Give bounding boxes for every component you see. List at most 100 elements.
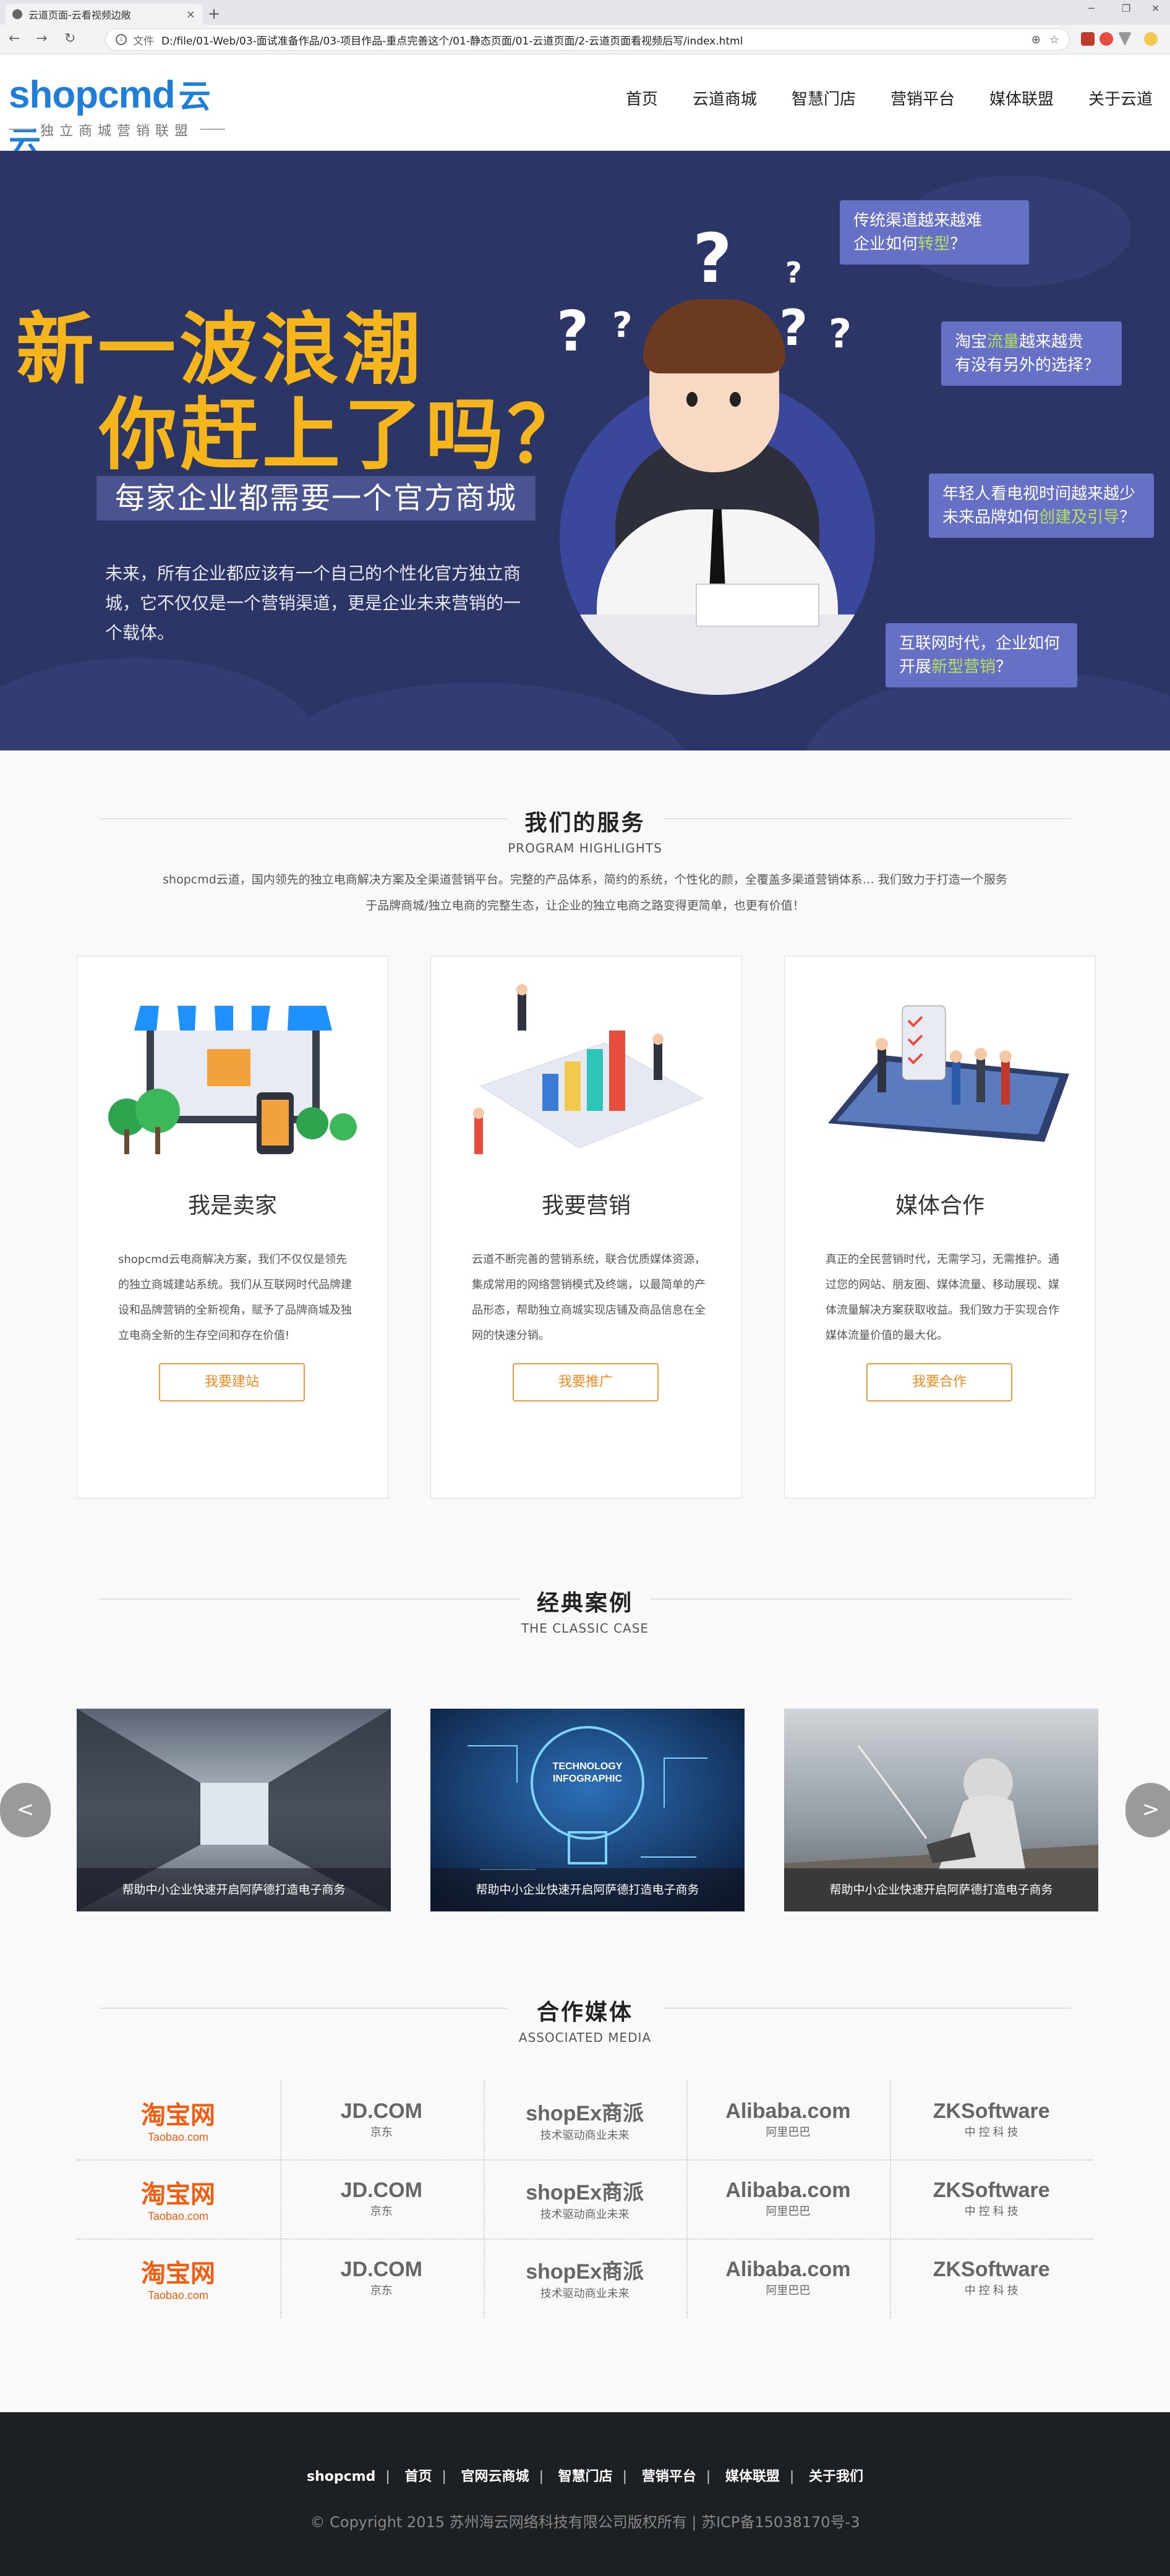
nav-home[interactable]: 首页 xyxy=(626,87,658,109)
partner-logo[interactable]: ZKSoftware 中 控 科 技 xyxy=(890,2159,1093,2238)
browser-tab[interactable]: 云道页面-云看视频边敞 × xyxy=(5,4,203,25)
case-card[interactable]: TECHNOLOGY INFOGRAPHIC 帮助中小企业快速开启阿萨德打造电子商… xyxy=(430,1709,745,1911)
services-intro: shopcmd云道，国内领先的独立电商解决方案及全渠道营销平台。完整的产品体系，… xyxy=(163,873,1007,912)
back-icon[interactable]: ← xyxy=(9,31,20,46)
carousel-next-button[interactable]: > xyxy=(1125,1783,1170,1837)
hero-description: 未来，所有企业都应该有一个自己的个性化官方独立商城，它不仅仅是一个营销渠道，更是… xyxy=(105,563,521,643)
partner-logo[interactable]: JD.COM 京东 xyxy=(280,2159,483,2238)
pain-point-bubble: 淘宝流量越来越贵 有没有另外的选择？ xyxy=(941,321,1122,386)
reload-icon[interactable]: ↻ xyxy=(64,31,75,46)
partner-logo[interactable]: JD.COM 京东 xyxy=(280,2238,483,2317)
window-close-icon[interactable]: ✕ xyxy=(1151,2,1159,14)
shop-icon xyxy=(108,1006,357,1154)
partner-name: shopEx商派 xyxy=(526,2180,644,2204)
question-mark-icon: ? xyxy=(779,299,808,357)
partner-name: ZKSoftware xyxy=(933,2099,1050,2123)
partner-logo[interactable]: 淘宝网 Taobao.com xyxy=(77,2159,280,2238)
card-title: 我要营销 xyxy=(541,1193,631,1218)
forward-icon[interactable]: → xyxy=(36,31,47,46)
bubble-highlight: 新型营销 xyxy=(931,658,996,676)
nav-about[interactable]: 关于云道 xyxy=(1088,87,1153,109)
cases-heading: 经典案例 THE CLASSIC CASE xyxy=(99,1585,1071,1641)
carousel-prev-button[interactable]: < xyxy=(0,1783,51,1837)
case-card[interactable]: 帮助中小企业快速开启阿萨德打造电子商务 xyxy=(77,1709,391,1911)
card-title: 我是卖家 xyxy=(187,1193,277,1218)
address-url[interactable]: D:/file/01-Web/03-面试准备作品/03-项目作品-重点完善这个/… xyxy=(161,32,1023,48)
partner-logo-mark: 淘宝网 Taobao.com xyxy=(141,2174,215,2223)
nav-media[interactable]: 媒体联盟 xyxy=(989,87,1054,109)
partner-logo-mark: shopEx商派技术驱动商业未来 xyxy=(526,2175,644,2222)
logo-brand: shopcmd xyxy=(9,74,176,116)
footer-link[interactable]: shopcmd xyxy=(307,2469,375,2485)
partner-name: 淘宝网 xyxy=(141,2180,215,2208)
partner-subtext: Taobao.com xyxy=(147,2209,209,2222)
footer-link[interactable]: 智慧门店 xyxy=(558,2469,613,2485)
logo-text: shopcmd 云云 xyxy=(9,70,231,163)
card-title: 媒体合作 xyxy=(895,1193,984,1218)
partner-name: Alibaba.com xyxy=(725,2099,851,2123)
partner-name: ZKSoftware xyxy=(933,2178,1050,2202)
close-tab-icon[interactable]: × xyxy=(186,8,195,21)
hero-tagline: 每家企业都需要一个官方商城 xyxy=(96,476,536,521)
partner-logo[interactable]: shopEx商派 技术驱动商业未来 xyxy=(484,2080,686,2159)
service-card: 我是卖家 shopcmd云电商解决方案，我们不仅仅是领先的独立商城建站系统。我们… xyxy=(77,956,388,1498)
case-card[interactable]: 帮助中小企业快速开启阿萨德打造电子商务 xyxy=(784,1709,1098,1911)
footer-link[interactable]: 媒体联盟 xyxy=(725,2469,780,2485)
footer-link[interactable]: 首页 xyxy=(404,2469,432,2485)
footer-link[interactable]: 关于我们 xyxy=(809,2469,863,2485)
partner-logo[interactable]: JD.COM 京东 xyxy=(280,2080,483,2159)
partner-name: Alibaba.com xyxy=(725,2178,851,2202)
cooperate-button[interactable]: 我要合作 xyxy=(866,1363,1012,1401)
nav-store[interactable]: 智慧门店 xyxy=(792,87,856,109)
partner-subtext: 阿里巴巴 xyxy=(766,2284,811,2297)
partner-logo[interactable]: 淘宝网 Taobao.com xyxy=(77,2238,280,2317)
partner-logo-mark: ZKSoftware 中 控 科 技 xyxy=(933,2099,1050,2140)
logo-slogan: 独立商城营销联盟 xyxy=(9,120,225,140)
partner-logo[interactable]: 淘宝网 Taobao.com xyxy=(77,2080,280,2159)
zoom-icon[interactable]: ⊕ xyxy=(1031,33,1041,46)
profile-avatar-icon[interactable] xyxy=(1144,32,1158,46)
partner-logo-mark: Alibaba.com 阿里巴巴 xyxy=(725,2179,850,2219)
promote-button[interactable]: 我要推广 xyxy=(513,1363,659,1401)
partner-logo[interactable]: ZKSoftware 中 控 科 技 xyxy=(890,2080,1093,2159)
partner-name: 淘宝网 xyxy=(141,2101,215,2129)
info-icon[interactable]: i xyxy=(116,34,127,45)
partner-subtext: 京东 xyxy=(370,2125,393,2138)
site-header: shopcmd 云云 独立商城营销联盟 首页 云道商城 智慧门店 营销平台 媒体联… xyxy=(0,54,1170,162)
partner-logo[interactable]: ZKSoftware 中 控 科 技 xyxy=(890,2238,1093,2317)
card-description: 真正的全民营销时代，无需学习，无需推护。通过您的网站、朋友圈、媒体流量、移动展现… xyxy=(826,1253,1059,1342)
bubble-text: 淘宝 xyxy=(955,333,988,351)
divider xyxy=(99,2008,507,2009)
partner-subtext: 中 控 科 技 xyxy=(964,2204,1018,2217)
question-mark-icon: ? xyxy=(829,312,852,357)
extension-icon[interactable] xyxy=(1081,32,1095,46)
new-tab-button[interactable]: + xyxy=(208,5,220,22)
partner-logo[interactable]: Alibaba.com 阿里巴巴 xyxy=(686,2080,889,2159)
logo[interactable]: shopcmd 云云 独立商城营销联盟 xyxy=(9,70,231,162)
partner-logo[interactable]: Alibaba.com 阿里巴巴 xyxy=(686,2159,889,2238)
extension-icon[interactable] xyxy=(1118,32,1132,46)
partner-logo-mark: shopEx商派 技术驱动商业未来 xyxy=(526,2096,644,2143)
partner-logo[interactable]: Alibaba.com 阿里巴巴 xyxy=(686,2238,889,2317)
partner-logo[interactable]: shopEx商派 技术驱动商业未来 xyxy=(484,2238,686,2317)
paper-shape xyxy=(696,584,819,627)
bulb-text-line: TECHNOLOGY xyxy=(553,1761,623,1772)
build-site-button[interactable]: 我要建站 xyxy=(159,1363,305,1401)
partner-logo-mark: 淘宝网 Taobao.com xyxy=(141,2095,215,2144)
eye-shape xyxy=(730,392,741,407)
section-title: 合作媒体 xyxy=(536,2000,633,2025)
extension-icon[interactable] xyxy=(1100,32,1113,46)
maximize-icon[interactable]: ❐ xyxy=(1122,2,1130,14)
partner-logo[interactable]: shopEx商派技术驱动商业未来 xyxy=(484,2159,686,2238)
section-title: 经典案例 xyxy=(536,1591,633,1616)
cloud-decoration xyxy=(0,658,322,750)
footer-link[interactable]: 营销平台 xyxy=(642,2469,696,2485)
nav-marketing[interactable]: 营销平台 xyxy=(890,87,955,109)
tab-bar: 云道页面-云看视频边敞 × + ─ ❐ ✕ xyxy=(0,0,1170,25)
bookmark-star-icon[interactable]: ☆ xyxy=(1049,33,1059,46)
nav-mall[interactable]: 云道商城 xyxy=(693,87,757,109)
partner-subtext: 技术驱动商业未来 xyxy=(540,2208,630,2221)
footer-link[interactable]: 官网云商城 xyxy=(461,2469,529,2485)
address-bar[interactable]: i 文件 D:/file/01-Web/03-面试准备作品/03-项目作品-重点… xyxy=(105,28,1070,51)
minimize-icon[interactable]: ─ xyxy=(1088,2,1095,14)
